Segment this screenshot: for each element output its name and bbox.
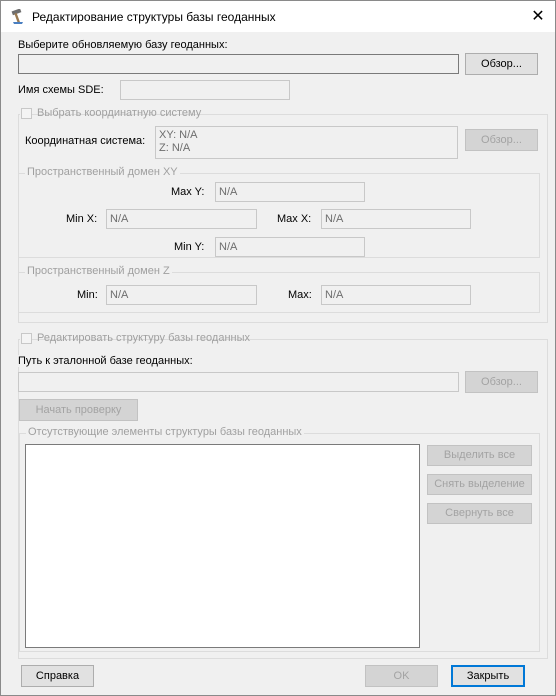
- max-x-value: N/A: [325, 213, 344, 225]
- z-min-value: N/A: [110, 289, 129, 301]
- deselect-button[interactable]: Снять выделение: [427, 474, 532, 495]
- select-db-label: Выберите обновляемую базу геоданных:: [18, 39, 228, 51]
- collapse-all-button[interactable]: Свернуть все: [427, 503, 532, 524]
- select-all-button[interactable]: Выделить все: [427, 445, 532, 466]
- max-y-label: Max Y:: [171, 186, 205, 198]
- help-button[interactable]: Справка: [21, 665, 94, 687]
- max-x-field: N/A: [321, 209, 471, 229]
- coord-checkbox-row[interactable]: Выбрать координатную систему: [20, 107, 201, 121]
- z-max-value: N/A: [325, 289, 344, 301]
- title-bar[interactable]: Редактирование структуры базы геоданных …: [1, 1, 555, 32]
- db-path-field[interactable]: [18, 54, 459, 74]
- max-y-field: N/A: [215, 182, 365, 202]
- edit-structure-checkbox[interactable]: [21, 333, 32, 344]
- xy-domain-title: Пространственный домен XY: [25, 166, 180, 178]
- ref-path-label: Путь к эталонной базе геоданных:: [18, 355, 193, 367]
- ref-path-field[interactable]: [18, 372, 459, 392]
- coord-system-label: Координатная система:: [25, 135, 146, 147]
- min-y-field: N/A: [215, 237, 365, 257]
- ok-button[interactable]: OK: [365, 665, 438, 687]
- dialog-window: Редактирование структуры базы геоданных …: [0, 0, 556, 696]
- z-max-field: N/A: [321, 285, 471, 305]
- min-y-label: Min Y:: [174, 241, 205, 253]
- edit-checkbox-label: Редактировать структуру базы геоданных: [37, 332, 251, 344]
- max-y-value: N/A: [219, 186, 238, 198]
- sde-schema-label: Имя схемы SDE:: [18, 84, 104, 96]
- coord-z-value: Z: N/A: [159, 142, 191, 154]
- hammer-app-icon: [11, 9, 23, 24]
- coord-browse-button[interactable]: Обзор...: [465, 129, 538, 151]
- close-button[interactable]: Закрыть: [451, 665, 525, 687]
- ref-browse-button[interactable]: Обзор...: [465, 371, 538, 393]
- close-icon[interactable]: ✕: [521, 5, 555, 29]
- missing-elements-title: Отсутствующие элементы структуры базы ге…: [26, 426, 304, 438]
- window-title: Редактирование структуры базы геоданных: [32, 10, 276, 24]
- coord-checkbox-label: Выбрать координатную систему: [37, 107, 202, 119]
- coord-system-checkbox[interactable]: [21, 108, 32, 119]
- min-x-field: N/A: [106, 209, 257, 229]
- z-domain-title: Пространственный домен Z: [25, 265, 172, 277]
- missing-elements-list[interactable]: [25, 444, 420, 648]
- z-min-label: Min:: [77, 289, 98, 301]
- coord-xy-value: XY: N/A: [159, 129, 198, 141]
- sde-schema-field[interactable]: [120, 80, 290, 100]
- coord-system-field: XY: N/A Z: N/A: [155, 126, 458, 159]
- min-y-value: N/A: [219, 241, 238, 253]
- start-check-button[interactable]: Начать проверку: [19, 399, 138, 421]
- max-x-label: Max X:: [277, 213, 312, 225]
- min-x-value: N/A: [110, 213, 129, 225]
- z-min-field: N/A: [106, 285, 257, 305]
- z-max-label: Max:: [288, 289, 312, 301]
- edit-checkbox-row[interactable]: Редактировать структуру базы геоданных: [20, 332, 250, 346]
- min-x-label: Min X:: [66, 213, 98, 225]
- db-browse-button[interactable]: Обзор...: [465, 53, 538, 75]
